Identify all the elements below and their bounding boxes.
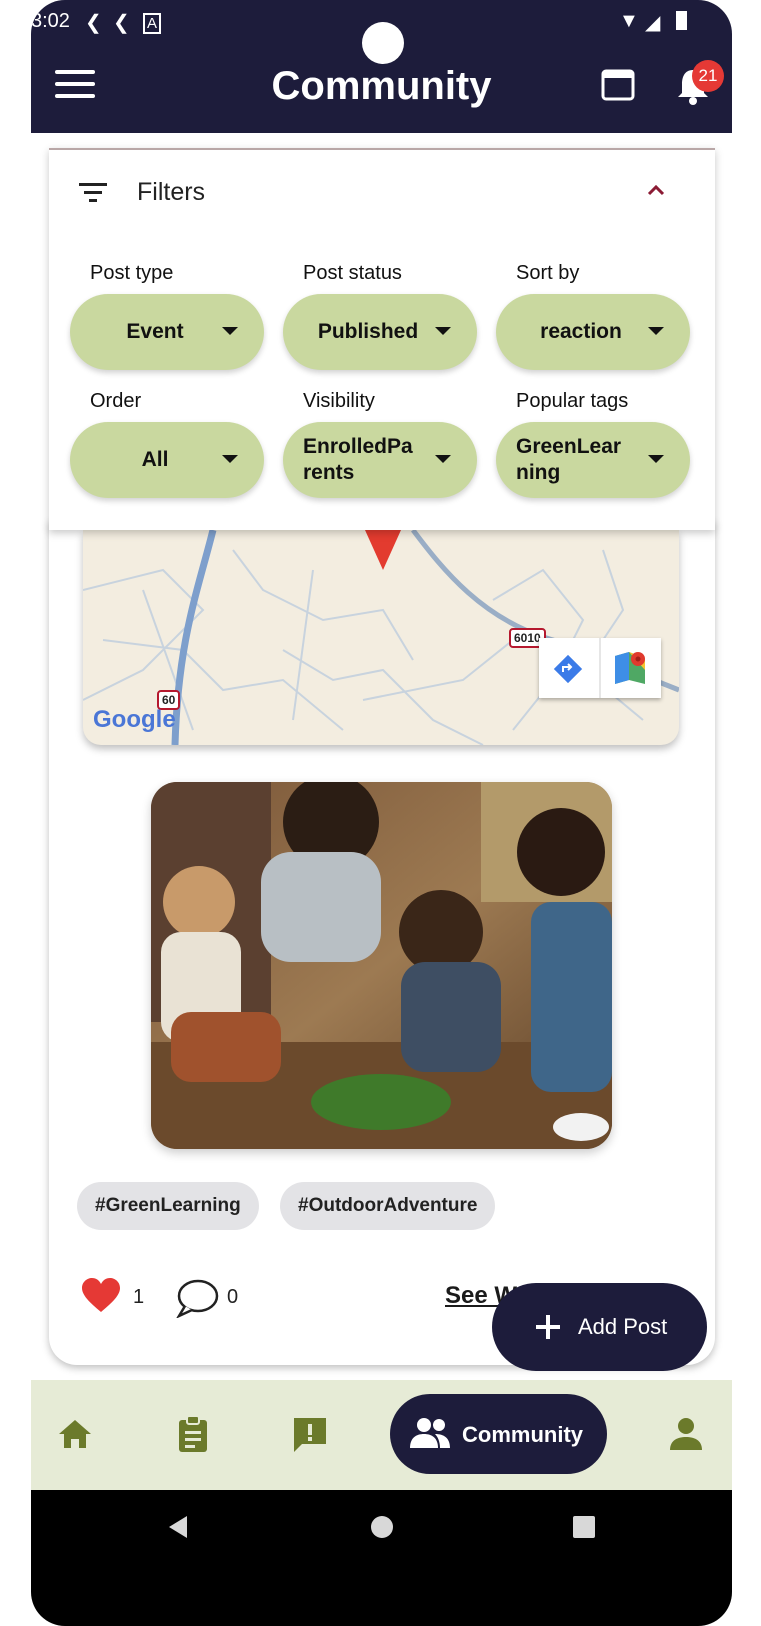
google-logo: Google (93, 706, 176, 733)
profile-icon[interactable] (666, 1414, 706, 1454)
add-post-button[interactable]: Add Post (492, 1283, 707, 1371)
comment-icon[interactable] (175, 1278, 219, 1318)
post-type-value: Event (126, 320, 184, 343)
tag-chip[interactable]: #GreenLearning (77, 1182, 259, 1230)
directions-icon[interactable] (553, 654, 583, 684)
post-status-dropdown[interactable]: Published (283, 294, 477, 370)
dropdown-arrow-icon (222, 327, 238, 335)
add-post-label: Add Post (578, 1314, 668, 1339)
system-navigation-bar (31, 1490, 732, 1626)
notification-badge: 21 (692, 60, 724, 92)
post-type-dropdown[interactable]: Event (70, 294, 264, 370)
like-count: 1 (133, 1286, 145, 1308)
back-icon[interactable] (165, 1514, 191, 1540)
post-status-value: Published (317, 320, 419, 343)
tag-chip[interactable]: #OutdoorAdventure (280, 1182, 496, 1230)
home-icon[interactable] (55, 1414, 95, 1454)
nav-item-label: Community (462, 1422, 583, 1447)
google-maps-icon[interactable] (613, 650, 647, 686)
order-value: All (141, 448, 169, 471)
post-type-label: Post type (90, 262, 174, 284)
order-dropdown[interactable]: All (70, 422, 264, 498)
nav-item-community[interactable]: Community (390, 1394, 607, 1474)
recents-icon[interactable] (571, 1514, 597, 1540)
home-circle-icon[interactable] (369, 1514, 395, 1540)
clipboard-icon[interactable] (173, 1414, 213, 1454)
dropdown-arrow-icon (435, 455, 451, 463)
chevron-up-icon[interactable] (646, 182, 666, 198)
people-icon (410, 1418, 450, 1448)
filter-icon (79, 183, 107, 202)
heart-icon[interactable] (81, 1278, 121, 1314)
plus-icon (536, 1315, 560, 1339)
notification-glyph-icon: ❮ (113, 12, 130, 34)
calendar-icon[interactable] (600, 66, 636, 102)
post-image[interactable] (151, 782, 612, 1149)
battery-icon (676, 11, 687, 30)
comment-count: 0 (227, 1286, 239, 1308)
signal-icon: ◢ (645, 12, 661, 34)
children-exploring-photo (151, 782, 612, 1149)
app-bar: 3:02 ❮ ❮ A ▼ ◢ Community 21 (31, 0, 732, 133)
app-notification-icon: A (143, 13, 162, 34)
notification-glyph-icon: ❮ (85, 12, 102, 34)
bottom-navigation: Community (31, 1380, 732, 1490)
visibility-label: Visibility (303, 390, 375, 412)
filters-title: Filters (137, 178, 206, 206)
popular-tags-dropdown[interactable]: GreenLear ning (496, 422, 690, 498)
dropdown-arrow-icon (435, 327, 451, 335)
post-card: 6010 60 Google #GreenLearning #OutdoorAd… (49, 520, 715, 1365)
camera-cutout (362, 22, 404, 64)
event-location-map[interactable]: 6010 60 Google (83, 530, 679, 745)
visibility-value: EnrolledPa rents (303, 435, 413, 484)
popular-tags-label: Popular tags (516, 390, 629, 412)
sort-by-value: reaction (540, 320, 622, 343)
popular-tags-value: GreenLear ning (516, 435, 622, 484)
map-controls (539, 638, 661, 698)
order-label: Order (90, 390, 142, 412)
sort-by-dropdown[interactable]: reaction (496, 294, 690, 370)
dropdown-arrow-icon (648, 455, 664, 463)
filters-panel: Filters Post type Event Post status Publ… (49, 148, 715, 530)
visibility-dropdown[interactable]: EnrolledPa rents (283, 422, 477, 498)
dropdown-arrow-icon (222, 455, 238, 463)
phone-screen: 3:02 ❮ ❮ A ▼ ◢ Community 21 Filters Post… (31, 0, 732, 1626)
wifi-icon: ▼ (619, 10, 639, 32)
dropdown-arrow-icon (648, 327, 664, 335)
post-status-label: Post status (303, 262, 402, 284)
feedback-icon[interactable] (290, 1414, 330, 1454)
status-time: 3:02 (31, 10, 70, 32)
sort-by-label: Sort by (516, 262, 580, 284)
